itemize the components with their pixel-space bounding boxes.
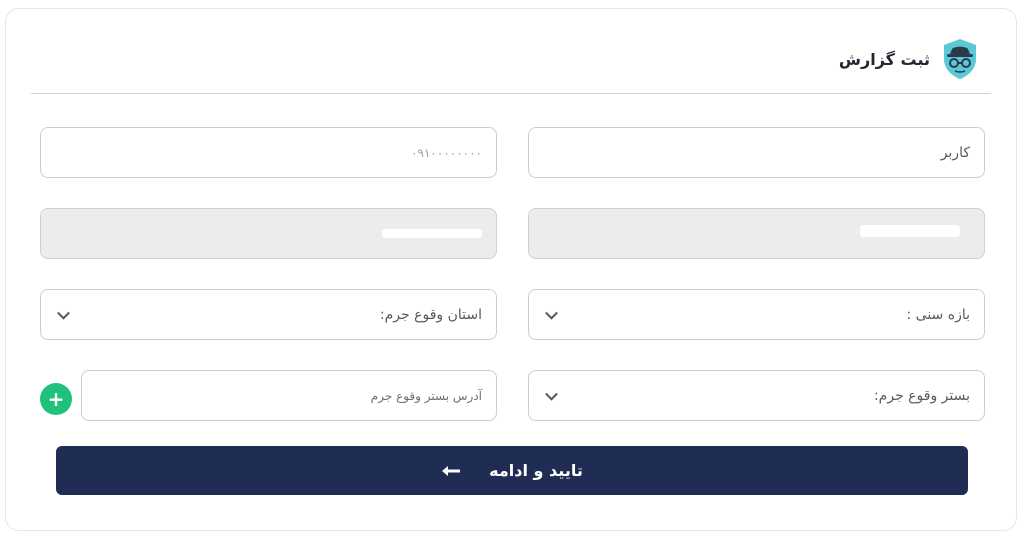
arrow-left-icon — [442, 465, 461, 476]
card-header: ثبت گزارش — [839, 37, 980, 81]
report-card: ثبت گزارش کاربر ۰۹۱۰۰۰۰۰۰۰۰ بازه سنی : ا… — [5, 8, 1017, 531]
chevron-down-icon — [545, 306, 558, 320]
submit-continue-button[interactable]: تایید و ادامه — [56, 446, 968, 495]
name-field — [528, 208, 985, 259]
detective-shield-icon — [944, 39, 976, 79]
crime-province-value: استان وقوع جرم: — [379, 306, 482, 323]
crime-address-input[interactable]: آدرس بستر وقوع جرم — [81, 370, 497, 421]
user-field-value: کاربر — [940, 144, 970, 161]
header-divider — [31, 93, 991, 94]
add-address-button[interactable]: + — [40, 383, 72, 415]
submit-label: تایید و ادامه — [489, 461, 583, 480]
chevron-down-icon — [545, 387, 558, 401]
phone-field[interactable]: ۰۹۱۰۰۰۰۰۰۰۰ — [40, 127, 497, 178]
age-range-value: بازه سنی : — [906, 306, 971, 323]
crime-platform-select[interactable]: بستر وقوع جرم: — [528, 370, 985, 421]
chevron-down-icon — [57, 306, 70, 320]
age-range-select[interactable]: بازه سنی : — [528, 289, 985, 340]
crime-address-placeholder: آدرس بستر وقوع جرم — [370, 388, 482, 403]
phone-field-value: ۰۹۱۰۰۰۰۰۰۰۰ — [411, 145, 482, 160]
email-field — [40, 208, 497, 259]
redacted-name — [860, 225, 960, 237]
page-title: ثبت گزارش — [838, 49, 930, 69]
user-field[interactable]: کاربر — [528, 127, 985, 178]
crime-platform-value: بستر وقوع جرم: — [873, 387, 970, 404]
plus-icon: + — [47, 387, 65, 411]
redacted-email — [382, 229, 482, 238]
crime-province-select[interactable]: استان وقوع جرم: — [40, 289, 497, 340]
